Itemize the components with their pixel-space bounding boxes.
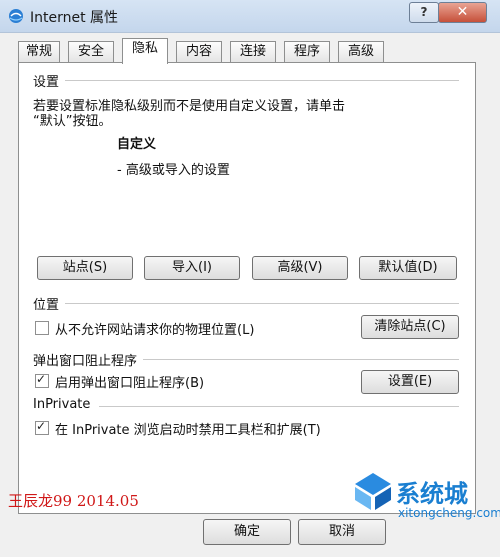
settings-description-line2: “默认”按钮。 [33, 114, 112, 129]
popup-blocker-heading: 弹出窗口阻止程序 [33, 354, 138, 369]
title-bar: Internet 属性 ? ✕ [0, 0, 500, 33]
tab-advanced[interactable]: 高级 [338, 41, 384, 63]
help-button[interactable]: ? [409, 2, 439, 23]
clear-sites-button[interactable]: 清除站点(C) [361, 315, 459, 339]
import-button[interactable]: 导入(I) [144, 256, 240, 280]
default-button[interactable]: 默认值(D) [359, 256, 457, 280]
brand-name: 系统城 [396, 480, 468, 508]
privacy-level-detail: - 高级或导入的设置 [117, 163, 230, 178]
settings-divider [65, 80, 459, 81]
location-divider [65, 303, 459, 304]
settings-heading: 设置 [33, 75, 60, 90]
location-checkbox[interactable] [35, 321, 49, 335]
sites-button[interactable]: 站点(S) [37, 256, 133, 280]
ok-button[interactable]: 确定 [203, 519, 291, 545]
popup-blocker-checkbox-label: 启用弹出窗口阻止程序(B) [55, 376, 205, 391]
inprivate-heading: InPrivate [33, 397, 91, 412]
privacy-level-title: 自定义 [117, 137, 157, 152]
brand-site: xitongcheng.com [398, 506, 500, 520]
tab-programs[interactable]: 程序 [284, 41, 330, 63]
tab-connections[interactable]: 连接 [230, 41, 276, 63]
popup-settings-button[interactable]: 设置(E) [361, 370, 459, 394]
location-checkbox-label: 从不允许网站请求你的物理位置(L) [55, 323, 255, 338]
internet-explorer-icon [9, 9, 23, 23]
window-title: Internet 属性 [30, 10, 119, 26]
privacy-panel: 设置 若要设置标准隐私级别而不是使用自定义设置，请单击 “默认”按钮。 自定义 … [18, 62, 476, 514]
location-heading: 位置 [33, 298, 60, 313]
advanced-button[interactable]: 高级(V) [252, 256, 348, 280]
brand-logo-icon [355, 473, 391, 510]
popup-blocker-divider [143, 359, 459, 360]
inprivate-checkbox[interactable] [35, 419, 49, 435]
close-button[interactable]: ✕ [438, 2, 487, 23]
author-watermark: 王辰龙99 2014.05 [8, 492, 139, 510]
cancel-button[interactable]: 取消 [298, 519, 386, 545]
inprivate-checkbox-label: 在 InPrivate 浏览启动时禁用工具栏和扩展(T) [55, 423, 321, 438]
tab-privacy[interactable]: 隐私 [122, 38, 168, 64]
tab-content[interactable]: 内容 [176, 41, 222, 63]
tab-security[interactable]: 安全 [68, 41, 114, 63]
inprivate-divider [99, 406, 459, 407]
popup-blocker-checkbox[interactable] [35, 372, 49, 388]
tab-general[interactable]: 常规 [18, 41, 60, 63]
